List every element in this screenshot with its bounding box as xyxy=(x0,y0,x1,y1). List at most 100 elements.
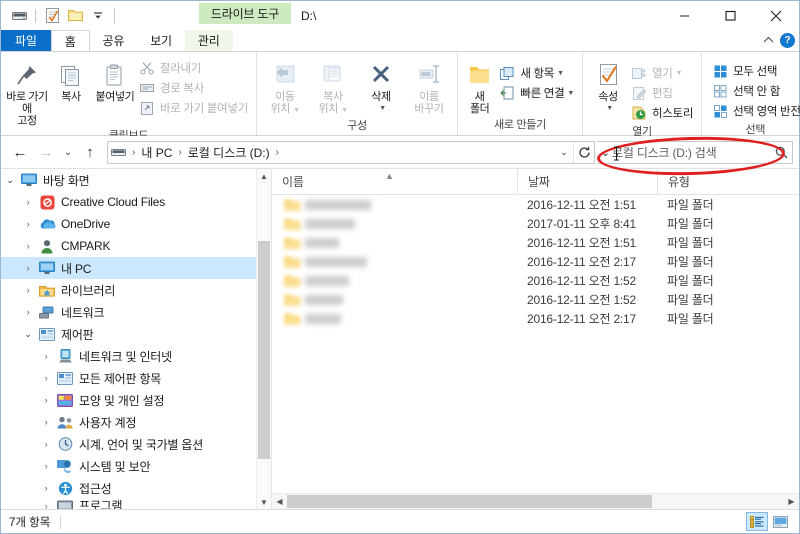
table-row[interactable]: 2016-12-11 오전 1:51 파일 폴더 xyxy=(272,233,799,252)
breadcrumb-drive-icon[interactable] xyxy=(108,147,129,158)
close-button[interactable] xyxy=(753,1,799,30)
file-name-cell[interactable] xyxy=(272,293,517,307)
scroll-left-button[interactable]: ◀ xyxy=(272,494,287,509)
open-button[interactable]: 열기 ▼ xyxy=(629,63,697,83)
select-all-button[interactable]: 모두 선택 xyxy=(710,61,800,81)
navigation-pane[interactable]: ⌄ 바탕 화면 › Creative Cloud Files › OneDriv… xyxy=(1,169,272,509)
tab-manage[interactable]: 관리 xyxy=(184,30,233,51)
rename-button[interactable]: 이름 바꾸기 xyxy=(405,55,453,115)
tree-item-network[interactable]: › 네트워크 xyxy=(1,301,271,323)
open-caret[interactable]: ▼ xyxy=(676,70,683,77)
search-box[interactable]: ⌄ 로컬 디스크 (D:) 검색 xyxy=(597,140,793,164)
delete-button[interactable]: 삭제 ▼ xyxy=(357,55,405,115)
history-button[interactable]: 히스토리 xyxy=(629,103,697,123)
tab-file[interactable]: 파일 xyxy=(1,30,51,51)
magnifier-icon[interactable] xyxy=(770,146,792,159)
tree-item-ease-of-access[interactable]: › 접근성 xyxy=(1,477,271,499)
copy-to-button[interactable]: 복사 위치 ▼ xyxy=(309,55,357,117)
tree-item-clock-language-region[interactable]: › 시계, 언어 및 국가별 옵션 xyxy=(1,433,271,455)
file-name-cell[interactable] xyxy=(272,312,517,326)
minimize-button[interactable] xyxy=(661,1,707,30)
breadcrumb-separator-3[interactable]: › xyxy=(273,147,282,158)
chevron-right-icon[interactable]: › xyxy=(37,345,55,367)
tree-item-control-panel[interactable]: ⌄ 제어판 xyxy=(1,323,271,345)
copy-button[interactable]: 복사 xyxy=(49,55,93,103)
tree-item-system-security[interactable]: › 시스템 및 보안 xyxy=(1,455,271,477)
breadcrumb-item-0[interactable]: 내 PC xyxy=(138,144,175,161)
chevron-right-icon[interactable]: › xyxy=(37,411,55,433)
tree-item-desktop[interactable]: ⌄ 바탕 화면 xyxy=(1,169,271,191)
customize-qat-icon[interactable] xyxy=(88,6,108,26)
chevron-right-icon[interactable]: › xyxy=(19,257,37,279)
back-button[interactable]: ← xyxy=(7,139,33,165)
chevron-down-icon[interactable]: ⌄ xyxy=(1,169,19,191)
large-icons-view-button[interactable] xyxy=(769,512,791,531)
chevron-right-icon[interactable]: › xyxy=(37,499,55,510)
pin-to-quick-access-button[interactable]: 바로 가기에 고정 xyxy=(5,55,49,127)
properties-icon[interactable] xyxy=(42,6,62,26)
search-input[interactable]: 로컬 디스크 (D:) 검색 xyxy=(610,144,770,161)
tree-item-creative-cloud-files[interactable]: › Creative Cloud Files xyxy=(1,191,271,213)
breadcrumb-separator-2[interactable]: › xyxy=(175,147,184,158)
properties-caret[interactable]: ▼ xyxy=(606,103,613,115)
navpane-vertical-scrollbar[interactable]: ▲ ▼ xyxy=(256,169,271,509)
paste-shortcut-button[interactable]: 바로 가기 붙여넣기 xyxy=(137,98,252,118)
table-row[interactable]: 2016-12-11 오전 1:52 파일 폴더 xyxy=(272,290,799,309)
chevron-right-icon[interactable]: › xyxy=(37,367,55,389)
easy-access-caret[interactable]: ▼ xyxy=(567,90,574,97)
chevron-right-icon[interactable]: › xyxy=(19,279,37,301)
new-item-button[interactable]: 새 항목 ▼ xyxy=(497,63,578,83)
scroll-right-button[interactable]: ▶ xyxy=(784,494,799,509)
new-item-caret[interactable]: ▼ xyxy=(557,70,564,77)
chevron-right-icon[interactable]: › xyxy=(37,455,55,477)
file-list-pane[interactable]: 이름 ▲ 날짜 유형 2016-12-11 오전 1:51 파일 폴더 2017… xyxy=(272,169,799,509)
tree-item-onedrive[interactable]: › OneDrive xyxy=(1,213,271,235)
file-name-cell[interactable] xyxy=(272,274,517,288)
chevron-right-icon[interactable]: › xyxy=(19,301,37,323)
tab-home[interactable]: 홈 xyxy=(50,30,90,51)
tree-item-user-accounts[interactable]: › 사용자 계정 xyxy=(1,411,271,433)
scroll-track[interactable] xyxy=(287,494,784,509)
collapse-ribbon-button[interactable] xyxy=(762,34,775,48)
chevron-right-icon[interactable]: › xyxy=(19,191,37,213)
refresh-button[interactable] xyxy=(573,141,594,163)
chevron-right-icon[interactable]: › xyxy=(37,433,55,455)
table-row[interactable]: 2017-01-11 오후 8:41 파일 폴더 xyxy=(272,214,799,233)
file-name-cell[interactable] xyxy=(272,255,517,269)
chevron-right-icon[interactable]: › xyxy=(37,389,55,411)
new-folder-icon[interactable] xyxy=(65,6,85,26)
paste-button[interactable]: 붙여넣기 xyxy=(93,55,137,103)
tree-item-this-pc[interactable]: › 내 PC xyxy=(1,257,271,279)
cut-button[interactable]: 잘라내기 xyxy=(137,58,252,78)
delete-dropdown-caret[interactable]: ▼ xyxy=(379,103,386,115)
file-list-horizontal-scrollbar[interactable]: ◀ ▶ xyxy=(272,493,799,509)
file-name-cell[interactable] xyxy=(272,217,517,231)
tab-share[interactable]: 공유 xyxy=(90,30,138,51)
tree-item-network-and-internet[interactable]: › 네트워크 및 인터넷 xyxy=(1,345,271,367)
tree-item-all-control-panel-items[interactable]: › 모든 제어판 항목 xyxy=(1,367,271,389)
maximize-button[interactable] xyxy=(707,1,753,30)
breadcrumb-bar[interactable]: › 내 PC › 로컬 디스크 (D:) › ⌄ xyxy=(107,140,595,164)
forward-button[interactable]: → xyxy=(33,139,59,165)
properties-button[interactable]: 속성 ▼ xyxy=(587,55,629,115)
chevron-down-icon[interactable]: ⌄ xyxy=(19,323,37,345)
chevron-right-icon[interactable]: › xyxy=(19,235,37,257)
details-view-button[interactable] xyxy=(746,512,768,531)
breadcrumb-dropdown-button[interactable]: ⌄ xyxy=(555,142,573,163)
file-rows[interactable]: 2016-12-11 오전 1:51 파일 폴더 2017-01-11 오후 8… xyxy=(272,195,799,493)
file-name-cell[interactable] xyxy=(272,198,517,212)
column-header-name[interactable]: 이름 ▲ xyxy=(272,169,517,194)
tree-item-appearance-personalization[interactable]: › 모양 및 개인 설정 xyxy=(1,389,271,411)
file-name-cell[interactable] xyxy=(272,236,517,250)
table-row[interactable]: 2016-12-11 오전 1:52 파일 폴더 xyxy=(272,271,799,290)
tree-item-programs[interactable]: › 프로그램 xyxy=(1,499,271,509)
drive-icon[interactable] xyxy=(9,6,29,26)
column-header-date[interactable]: 날짜 xyxy=(517,169,657,194)
copy-path-button[interactable]: 경로 복사 xyxy=(137,78,252,98)
tab-view[interactable]: 보기 xyxy=(137,30,185,51)
invert-selection-button[interactable]: 선택 영역 반전 xyxy=(710,101,800,121)
easy-access-button[interactable]: 빠른 연결 ▼ xyxy=(497,83,578,103)
column-header-type[interactable]: 유형 xyxy=(657,169,767,194)
breadcrumb-item-1[interactable]: 로컬 디스크 (D:) xyxy=(185,144,273,161)
help-button[interactable]: ? xyxy=(780,33,795,48)
